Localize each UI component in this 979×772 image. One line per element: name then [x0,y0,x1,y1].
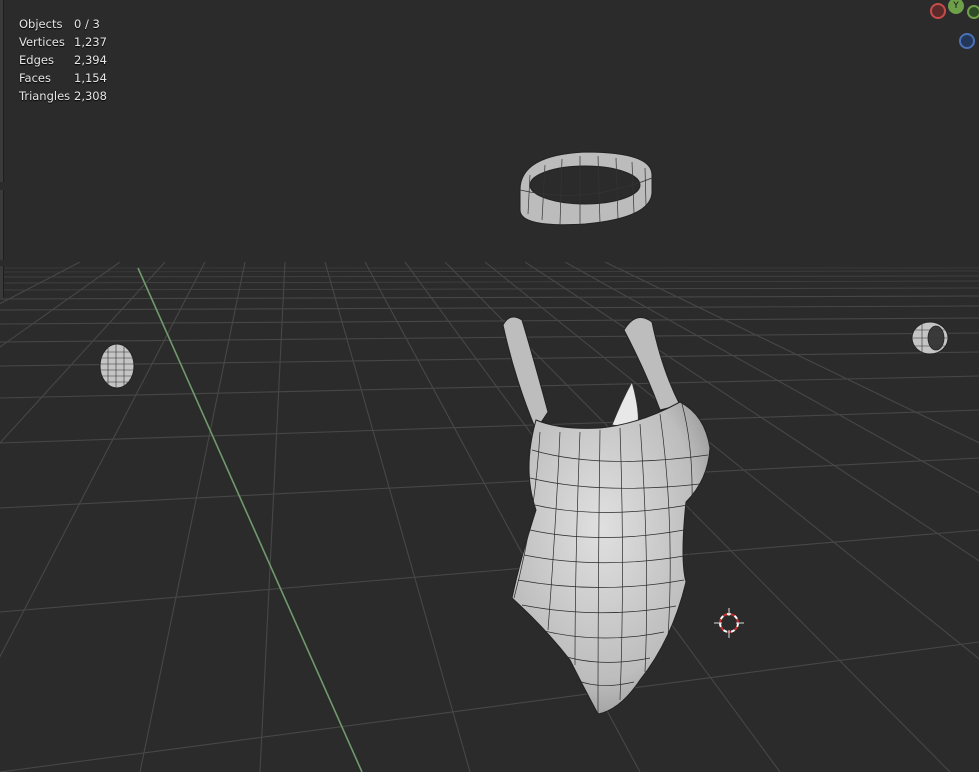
stat-vertices: Vertices 1,237 [19,33,107,51]
left-ring-mesh[interactable] [99,343,135,389]
left-toolbar-edge[interactable] [0,0,4,182]
stat-value: 2,394 [74,53,107,67]
stat-value: 1,154 [74,71,107,85]
stat-label: Triangles [19,89,71,103]
stat-objects: Objects 0 / 3 [19,15,107,33]
statistics-overlay: Objects 0 / 3 Vertices 1,237 Edges 2,394… [19,15,107,105]
stat-triangles: Triangles 2,308 [19,87,107,105]
gizmo-neg-x-axis[interactable] [930,3,946,19]
stat-label: Edges [19,53,54,67]
scene-canvas[interactable] [0,0,979,772]
stat-value: 1,237 [74,35,107,49]
gizmo-y-label: Y [953,1,959,11]
stat-edges: Edges 2,394 [19,51,107,69]
gizmo-y-axis[interactable]: Y [948,0,964,14]
left-toolbar-edge-3[interactable] [0,266,4,298]
stat-value: 0 / 3 [74,17,100,31]
right-ring-mesh[interactable] [911,321,949,355]
3d-cursor[interactable] [714,608,744,638]
halo-ring-mesh[interactable] [519,151,653,226]
stat-label: Objects [19,17,63,31]
gizmo-z-axis[interactable] [959,33,975,49]
stat-faces: Faces 1,154 [19,69,107,87]
stat-value: 2,308 [74,89,107,103]
swimsuit-mesh[interactable] [502,316,711,715]
gizmo-neg-y-axis[interactable] [967,5,979,19]
3d-viewport[interactable]: Objects 0 / 3 Vertices 1,237 Edges 2,394… [0,0,979,772]
stat-label: Faces [19,71,51,85]
stat-label: Vertices [19,35,65,49]
floor-grid [0,262,979,772]
y-axis-line [137,267,363,772]
left-toolbar-edge-2[interactable] [0,190,4,260]
navigation-gizmo[interactable]: Y [925,0,979,56]
